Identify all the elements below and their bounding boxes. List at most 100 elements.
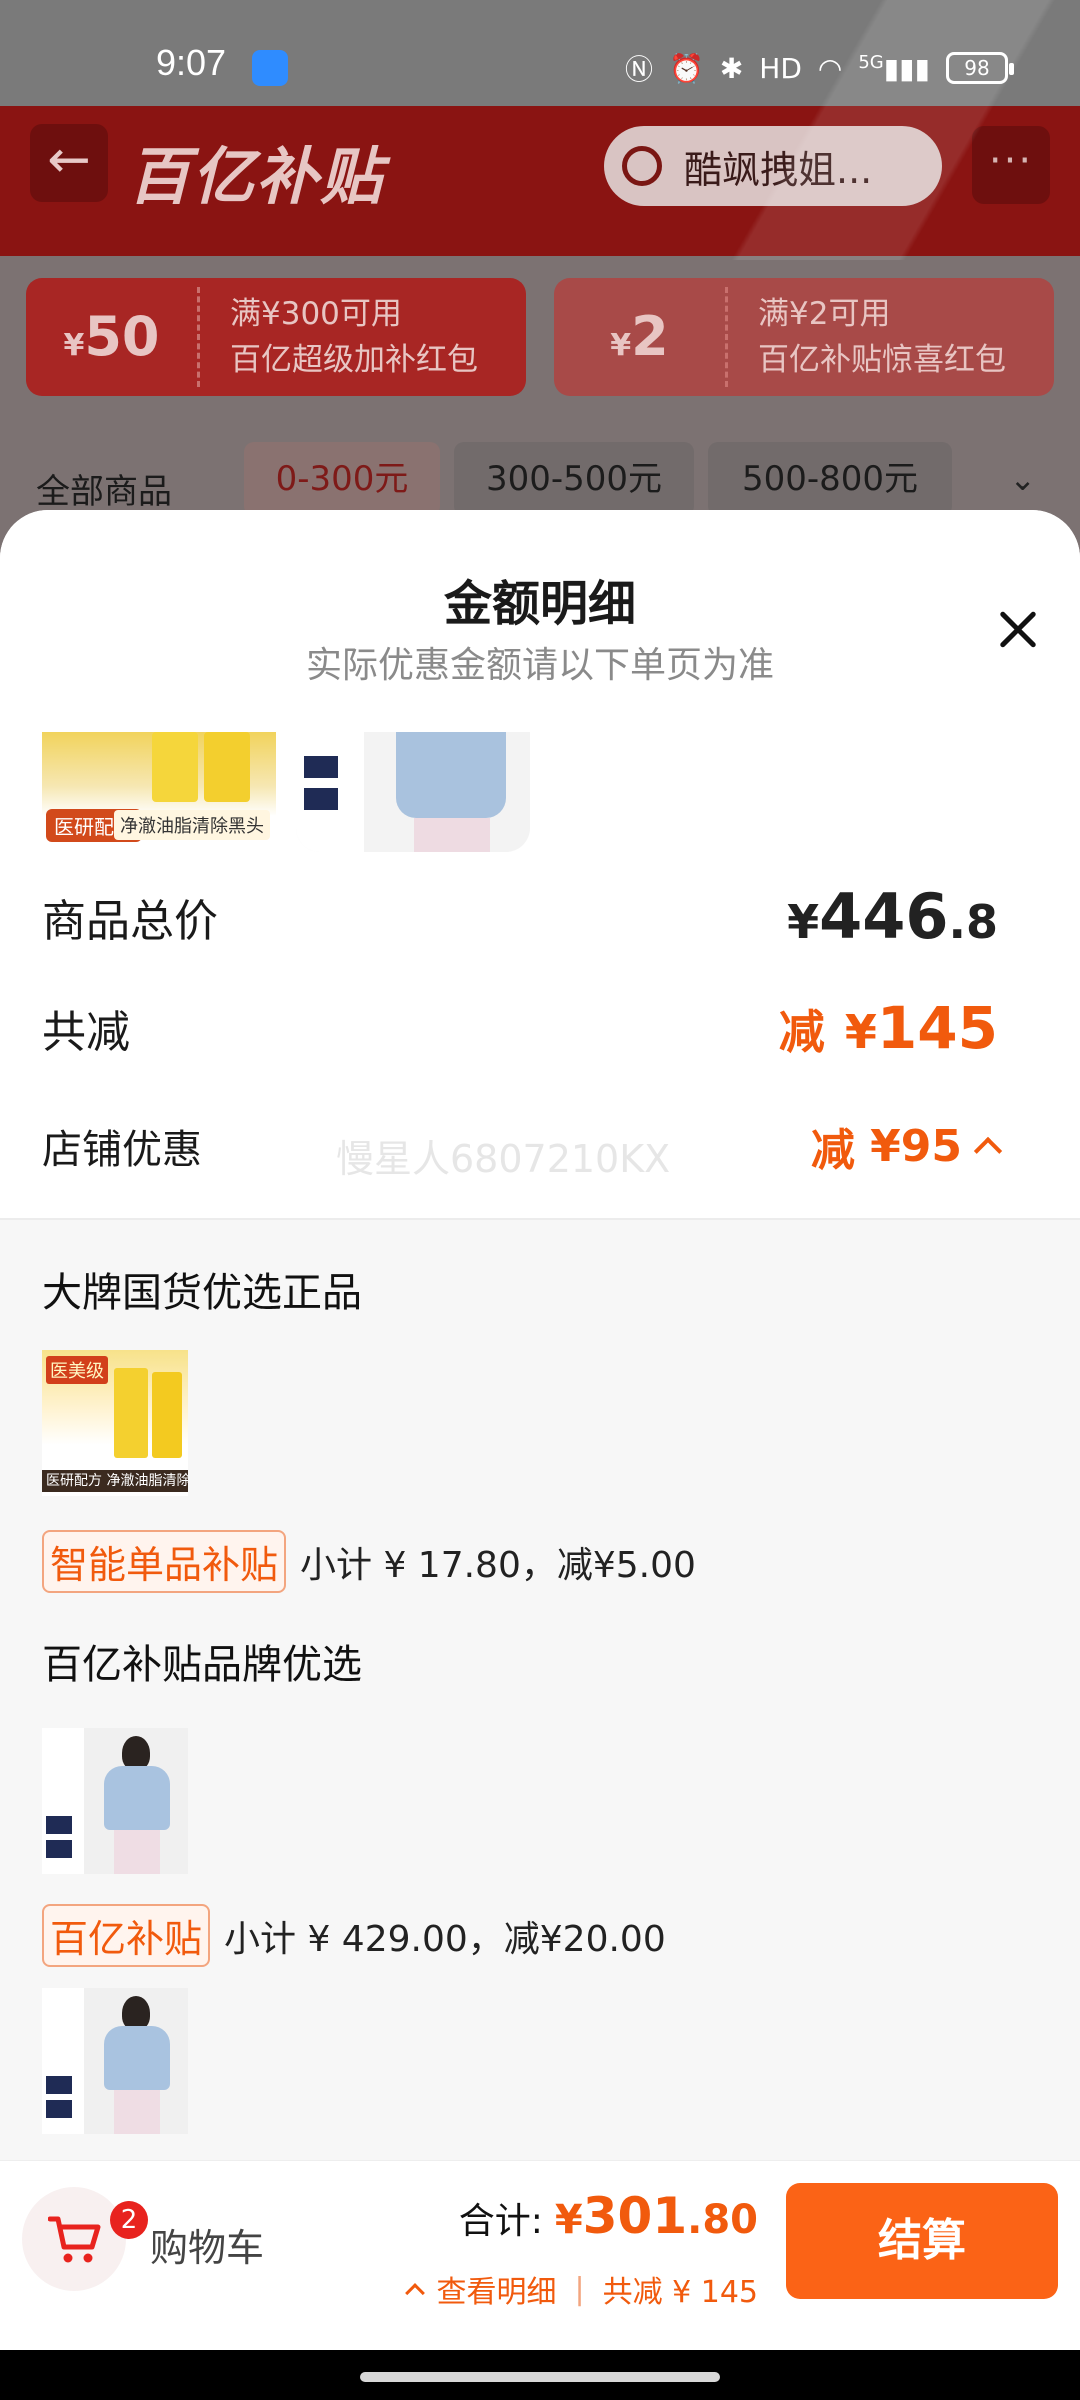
status-bar: 9:07 Ⓝ ⏰ ✱ HD ◠ 5G▮▮▮ 98: [0, 0, 1080, 106]
gesture-bar: [0, 2350, 1080, 2400]
total-line: 合计: ¥301.80: [459, 2187, 758, 2245]
bluetooth-icon: ✱: [719, 51, 744, 85]
more-button[interactable]: ···: [972, 126, 1050, 204]
currency-symbol: ¥: [870, 1120, 901, 1172]
jacket-image: [104, 1766, 170, 1830]
coupon-value: 2: [631, 305, 669, 368]
wifi-icon: ◠: [817, 51, 843, 85]
coupon-desc: 满¥300可用 百亿超级加补红包: [200, 291, 478, 383]
arrow-left-icon: ←: [47, 130, 91, 190]
filter-chip-500-800[interactable]: 500-800元: [708, 442, 952, 516]
back-button[interactable]: ←: [30, 124, 108, 202]
top-nav: ← 百亿补贴 酷飒拽姐... ···: [0, 106, 1080, 256]
reduce-summary: 共减 ¥ 145: [602, 2275, 758, 2310]
coupon-condition: 满¥300可用: [230, 296, 402, 332]
sheet-subtitle: 实际优惠金额请以下单页为准: [305, 645, 774, 686]
separator: |: [574, 2271, 585, 2307]
cart-icon: [48, 2216, 101, 2263]
amount-detail-sheet: 金额明细 实际优惠金额请以下单页为准 医研配方 净澈油脂清除黑头 商品总价 ¥4…: [0, 510, 1080, 2160]
close-icon[interactable]: [990, 602, 1046, 658]
chevron-down-icon[interactable]: ⌄: [1009, 460, 1036, 498]
signal-icon: 5G▮▮▮: [858, 51, 930, 85]
shop-discount-label: 店铺优惠: [42, 1127, 202, 1173]
view-detail-link[interactable]: 查看明细 | 共减 ¥ 145: [405, 2267, 758, 2311]
product-badge: 医美级: [46, 1356, 108, 1384]
pants-image: [114, 1830, 160, 1874]
subtotal-line: 百亿补贴 小计 ¥ 429.00，减¥20.00: [42, 1904, 666, 1967]
filter-chip-0-300[interactable]: 0-300元: [244, 442, 440, 516]
product-caption: 医研配方 净澈油脂清除黑头: [42, 1470, 188, 1492]
product-side-labels: [42, 1728, 84, 1874]
subtotal-text: 小计 ¥ 429.00，减¥20.00: [224, 1918, 666, 1960]
search-bar[interactable]: 酷飒拽姐...: [604, 126, 942, 206]
coupon-value: 50: [84, 305, 160, 368]
watermark: 慢星人6807210KX: [336, 1137, 671, 1181]
subsidy-tag: 智能单品补贴: [42, 1530, 287, 1593]
currency-symbol: ¥: [787, 895, 820, 949]
total-reduce-row: 共减 减 ¥145: [42, 994, 998, 1062]
coupon-amount: ¥2: [554, 287, 728, 387]
app-notification-icon: [252, 50, 288, 86]
view-detail-label: 查看明细: [436, 2275, 557, 2310]
page-title: 百亿补贴: [128, 140, 385, 213]
product-tube-image: [204, 732, 250, 802]
filter-chip-300-500[interactable]: 300-500元: [454, 442, 694, 516]
subsidy-tag: 百亿补贴: [42, 1904, 211, 1967]
filter-all[interactable]: 全部商品: [36, 464, 172, 513]
checkout-button[interactable]: 结算: [786, 2183, 1058, 2299]
hd-icon: HD: [759, 51, 802, 85]
nfc-icon: Ⓝ: [624, 53, 653, 86]
coupon-condition: 满¥2可用: [758, 296, 891, 332]
product-tube-image: [152, 732, 198, 802]
jacket-image: [396, 732, 506, 818]
status-icons: Ⓝ ⏰ ✱ HD ◠ 5G▮▮▮ 98: [624, 48, 1014, 88]
sheet-header: 金额明细 实际优惠金额请以下单页为准: [0, 510, 1080, 730]
total-value: ¥301.80: [555, 2187, 758, 2245]
shop-discount-value: 减 ¥95: [810, 1114, 1003, 1178]
group-title: 百亿补贴品牌优选: [42, 1642, 362, 1688]
pants-image: [114, 2090, 160, 2134]
network-type-label: 5G: [858, 51, 884, 73]
home-indicator[interactable]: [360, 2372, 720, 2382]
product-side-labels: [42, 1988, 84, 2134]
currency-symbol: ¥: [844, 1005, 877, 1059]
coupon-currency: ¥: [63, 328, 85, 363]
total-decimal: .80: [687, 2197, 758, 2243]
coupon-card[interactable]: ¥2 满¥2可用 百亿补贴惊喜红包: [554, 278, 1054, 396]
coupon-name: 百亿超级加补红包: [230, 342, 478, 378]
product-image[interactable]: [42, 1728, 188, 1874]
status-time: 9:07: [156, 42, 227, 83]
product-thumbnail[interactable]: [296, 732, 530, 852]
coupon-name: 百亿补贴惊喜红包: [758, 342, 1006, 378]
subtotal-line: 智能单品补贴 小计 ¥ 17.80，减¥5.00: [42, 1530, 696, 1593]
discount-amount: 95: [900, 1120, 962, 1172]
product-thumbnail[interactable]: 医研配方 净澈油脂清除黑头: [42, 732, 276, 852]
cart-button[interactable]: 2: [22, 2187, 148, 2291]
model-head: [122, 1736, 150, 1770]
price-decimal: .8: [948, 895, 998, 949]
product-thumbnail-strip: 医研配方 净澈油脂清除黑头: [42, 732, 530, 852]
product-tube-image: [152, 1372, 182, 1458]
coupon-currency: ¥: [610, 328, 632, 363]
total-price-value: ¥446.8: [787, 880, 998, 953]
cart-label[interactable]: 购物车: [150, 2217, 264, 2272]
total-price-row: 商品总价 ¥446.8: [42, 880, 998, 953]
pants-image: [414, 818, 490, 852]
search-text: 酷飒拽姐...: [684, 147, 873, 192]
reduce-prefix: 减: [778, 1005, 825, 1059]
checkout-bar: 2 购物车 合计: ¥301.80 查看明细 | 共减 ¥ 145 结算: [0, 2160, 1080, 2350]
coupon-amount: ¥50: [26, 287, 200, 387]
discount-prefix: 减: [810, 1125, 855, 1176]
coupon-card[interactable]: ¥50 满¥300可用 百亿超级加补红包: [26, 278, 526, 396]
cart-count-badge: 2: [110, 2201, 148, 2239]
thumbnail-desc: 净澈油脂清除黑头: [114, 810, 270, 840]
total-integer: 301: [582, 2187, 688, 2245]
total-label: 合计:: [458, 2201, 543, 2242]
product-image[interactable]: [42, 1988, 188, 2134]
coupon-desc: 满¥2可用 百亿补贴惊喜红包: [728, 291, 1006, 383]
product-image[interactable]: 医美级 医研配方 净澈油脂清除黑头: [42, 1350, 188, 1496]
search-icon: [622, 146, 662, 186]
sheet-title: 金额明细: [443, 576, 636, 632]
total-price-label: 商品总价: [42, 895, 218, 947]
discount-detail-panel: 大牌国货优选正品 医美级 医研配方 净澈油脂清除黑头 智能单品补贴 小计 ¥ 1…: [0, 1218, 1080, 2160]
